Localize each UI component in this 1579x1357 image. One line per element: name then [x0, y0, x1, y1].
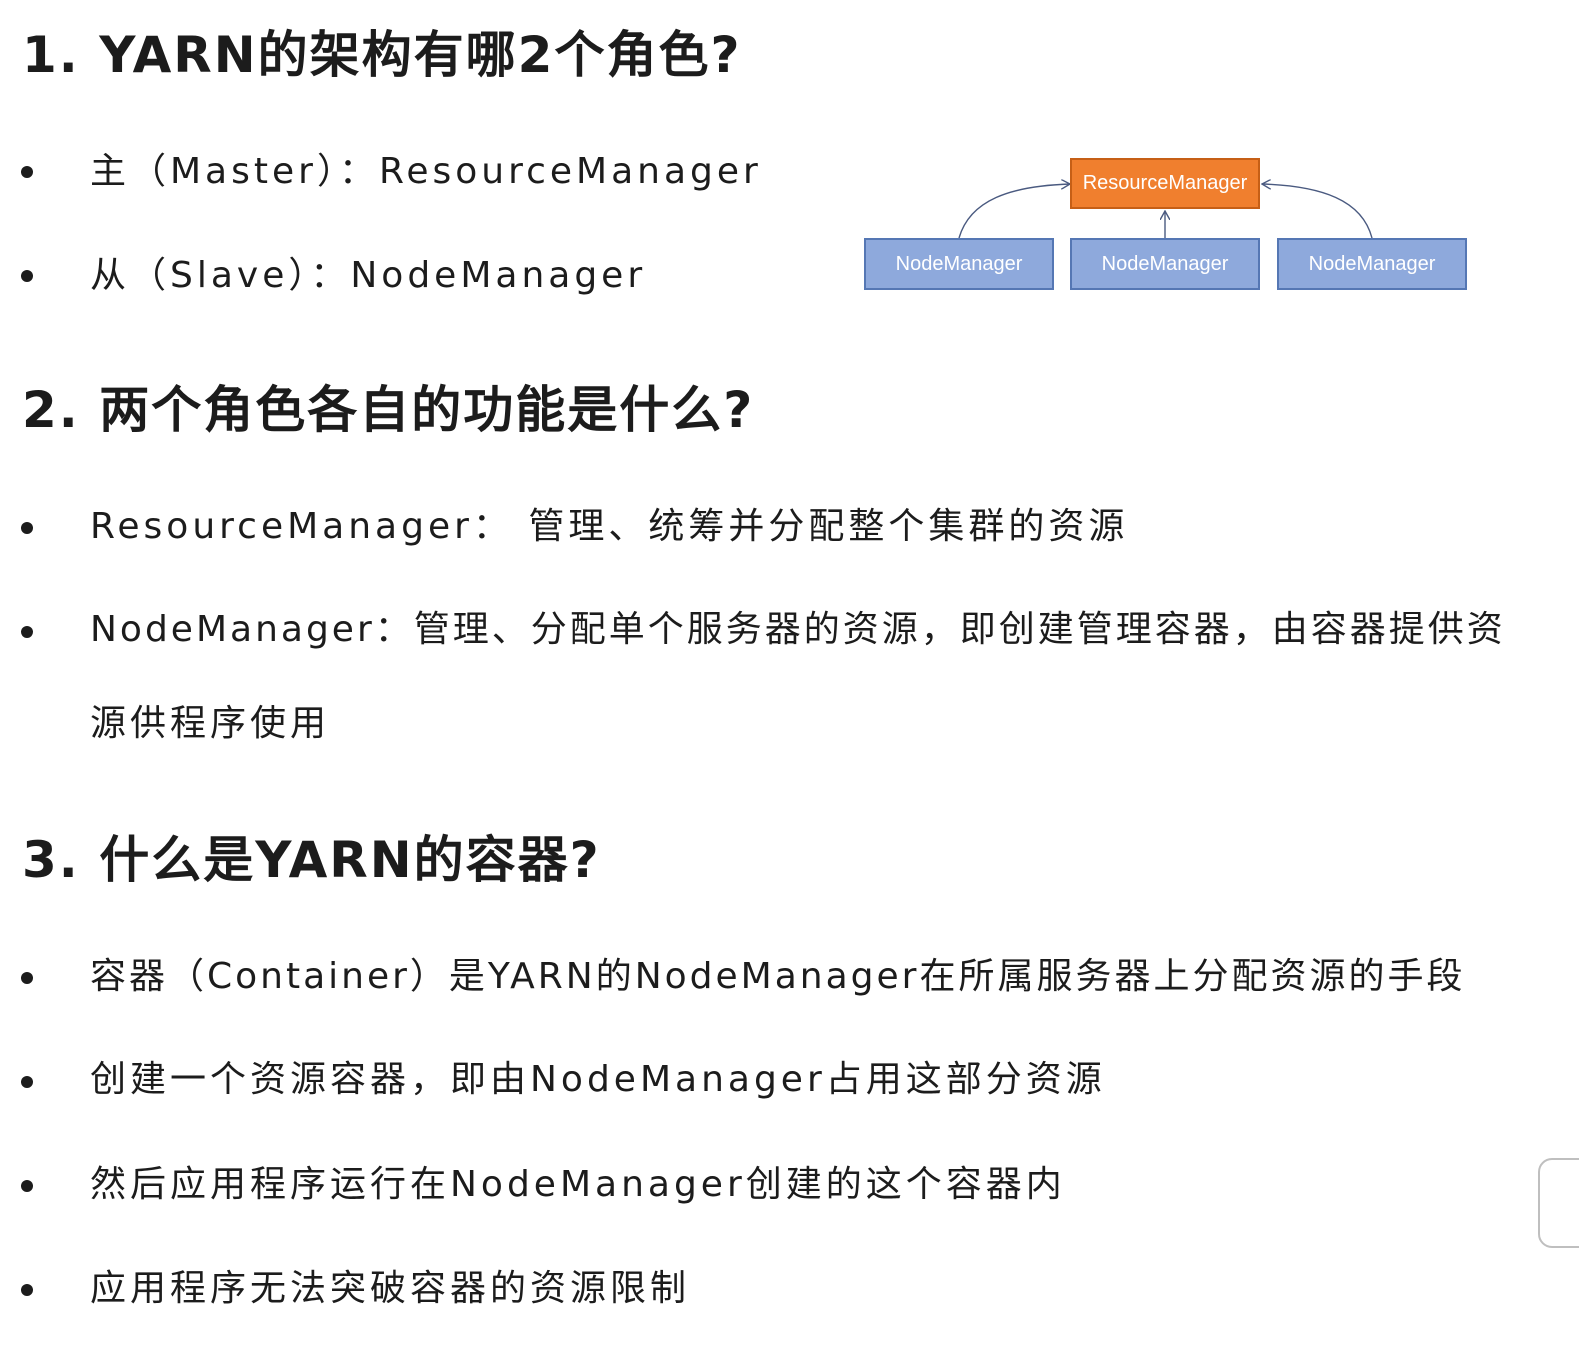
slave-role-text: 从（Slave）：NodeManager	[90, 255, 647, 296]
resource-manager-function-text: ResourceManager： 管理、统筹并分配整个集群的资源	[90, 506, 1129, 547]
bullet-dot	[21, 166, 33, 178]
section3-heading: 3. 什么是YARN的容器?	[22, 831, 601, 889]
bullet-dot	[21, 270, 33, 282]
node-manager-function-text-continued: 源供程序使用	[90, 703, 331, 744]
container-definition-text: 容器（Container）是YARN的NodeManager在所属服务器上分配资…	[90, 956, 1466, 997]
create-container-text: 创建一个资源容器，即由NodeManager占用这部分资源	[90, 1059, 1106, 1100]
master-role-text: 主（Master）：ResourceManager	[90, 151, 762, 192]
node-manager-function-text: NodeManager：管理、分配单个服务器的资源，即创建管理容器，由容器提供资	[90, 609, 1506, 650]
section2-heading: 2. 两个角色各自的功能是什么?	[22, 381, 755, 439]
resource-manager-node: ResourceManager	[1070, 158, 1260, 209]
section1-heading: 1. YARN的架构有哪2个角色?	[22, 26, 742, 84]
node-manager-node-1: NodeManager	[864, 238, 1054, 290]
yarn-architecture-diagram: ResourceManager NodeManager NodeManager …	[860, 150, 1475, 300]
bullet-dot	[21, 1180, 33, 1192]
arrow-left-worker-to-master	[958, 184, 1070, 239]
floating-side-panel[interactable]	[1538, 1158, 1579, 1248]
bullet-dot	[21, 1076, 33, 1088]
node-manager-node-2: NodeManager	[1070, 238, 1260, 290]
bullet-dot	[21, 1284, 33, 1296]
node-manager-node-3: NodeManager	[1277, 238, 1467, 290]
bullet-dot	[21, 626, 33, 638]
resource-limit-text: 应用程序无法突破容器的资源限制	[90, 1268, 691, 1309]
bullet-dot	[21, 972, 33, 984]
app-runs-in-container-text: 然后应用程序运行在NodeManager创建的这个容器内	[90, 1164, 1066, 1205]
bullet-dot	[21, 522, 33, 534]
arrow-right-worker-to-master	[1262, 184, 1373, 239]
